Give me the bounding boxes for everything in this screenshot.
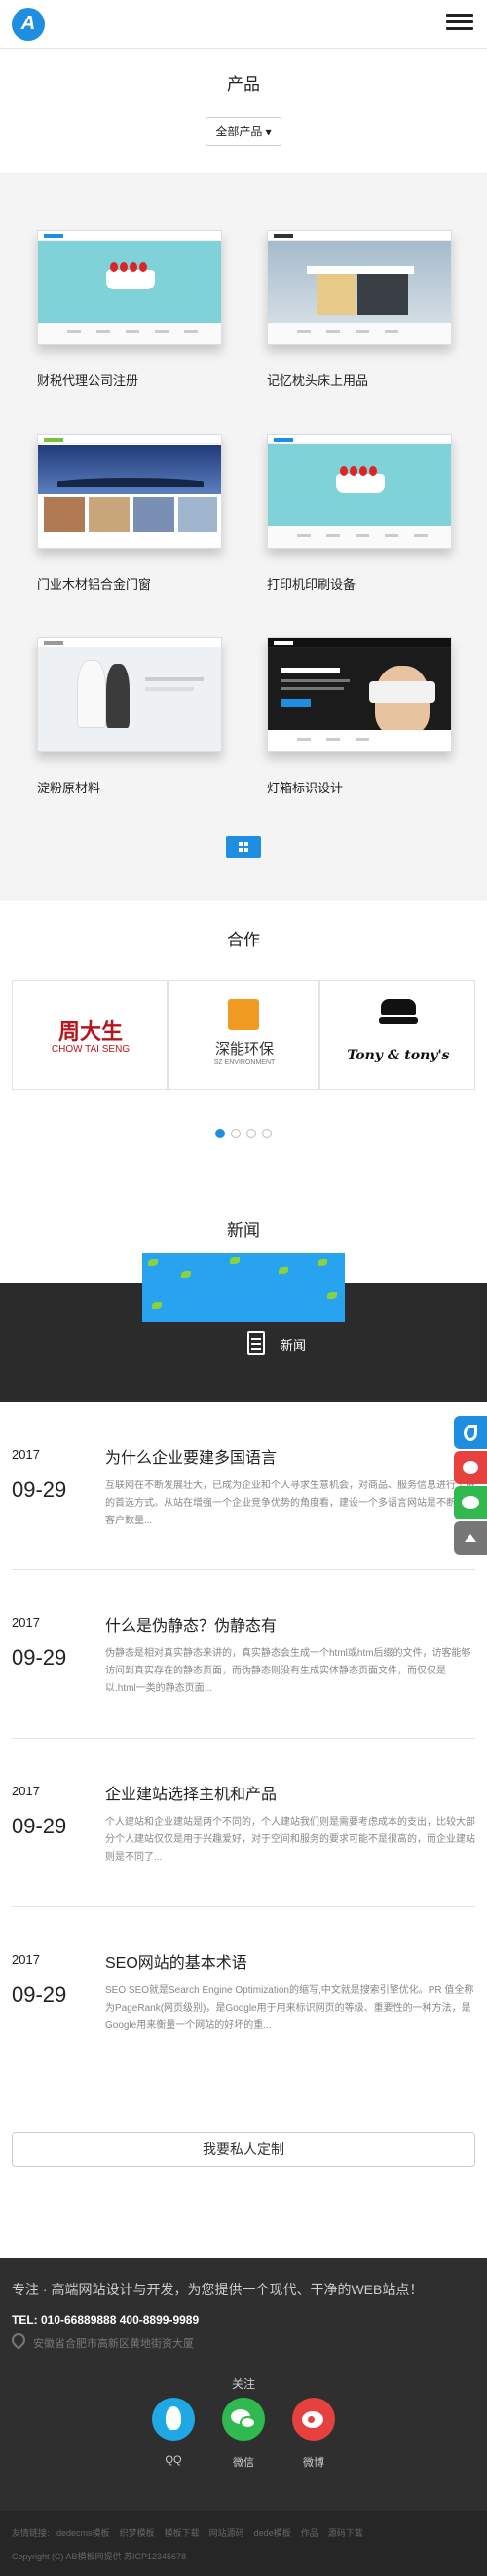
carousel-dot[interactable] (231, 1129, 241, 1138)
friend-link[interactable]: 网站源码 (209, 2528, 244, 2538)
friend-links: 友情链接: dedecms模板 织梦模板 模板下载 网站源码 dede模板 作品… (12, 2526, 363, 2539)
carousel-dot[interactable] (246, 1129, 256, 1138)
weibo-icon[interactable] (454, 1451, 487, 1484)
product-label[interactable]: 财税代理公司注册 (37, 370, 138, 389)
news-summary: 伪静态是相对真实静态来讲的，真实静态会生成一个html或htm后缀的文件，访客能… (105, 1648, 471, 1694)
product-label[interactable]: 记忆枕头床上用品 (267, 370, 368, 389)
friend-links-label: 友情链接: (12, 2528, 50, 2538)
product-thumbnail[interactable] (37, 434, 222, 549)
product-thumbnail[interactable] (267, 434, 452, 549)
back-to-top-icon[interactable] (454, 1521, 487, 1555)
news-banner-image (142, 1253, 345, 1322)
product-label[interactable]: 灯箱标识设计 (267, 778, 343, 796)
carousel-dots (0, 1126, 487, 1143)
document-icon (247, 1331, 265, 1355)
product-thumbnail[interactable] (37, 637, 222, 752)
qq-icon[interactable] (152, 2398, 195, 2441)
footer-links-bar: 友情链接: dedecms模板 织梦模板 模板下载 网站源码 dede模板 作品… (0, 2511, 487, 2576)
partner-logo-shenneng[interactable]: 深能环保 SZ ENVIRONMENT (168, 980, 319, 1090)
carousel-dot[interactable] (262, 1129, 272, 1138)
friend-link[interactable]: dedecms模板 (56, 2528, 110, 2538)
carousel-dot[interactable] (215, 1129, 225, 1138)
site-logo[interactable]: A (12, 8, 45, 41)
news-date: 09-29 (12, 1478, 67, 1502)
news-year: 2017 (12, 1615, 40, 1630)
footer-address: 安徽省合肥市高新区黄地街资大厦 (33, 2338, 194, 2350)
weibo-label[interactable]: 微博 (284, 2454, 343, 2470)
product-filter-button[interactable]: 全部产品 ▾ (206, 117, 281, 146)
news-item[interactable]: 2017 09-29 SEO网站的基本术语 SEO SEO就是Search En… (0, 1906, 487, 2074)
top-header: A (0, 0, 487, 49)
partner-en: CHOW TAI SENG (51, 1044, 131, 1055)
partner-en: SZ ENVIRONMENT (213, 1059, 276, 1066)
news-date: 09-29 (12, 1645, 67, 1670)
partner-cn: 周大生 (57, 1019, 123, 1045)
news-title-link[interactable]: 什么是伪静态？伪静态有 (105, 1612, 277, 1635)
follow-label: 关注 (231, 2377, 255, 2391)
news-title-link[interactable]: 企业建站选择主机和产品 (105, 1781, 277, 1804)
friend-link[interactable]: 作品 (301, 2528, 318, 2538)
qq-label[interactable]: QQ (144, 2454, 203, 2466)
logo-letter: A (20, 13, 36, 34)
news-date: 09-29 (12, 1982, 67, 2007)
news-banner-label: 新闻 (281, 1338, 307, 1353)
news-item[interactable]: 2017 09-29 企业建站选择主机和产品 个人建站和企业建站是两个不同的，个… (0, 1738, 487, 1905)
news-summary: 个人建站和企业建站是两个不同的，个人建站我们则是需要考虑成本的支出，比较大部分个… (105, 1817, 475, 1863)
news-title: 新闻 (227, 1221, 260, 1240)
hamburger-icon[interactable] (446, 14, 473, 35)
partner-logo-chowtaiseng[interactable]: 周大生 CHOW TAI SENG (12, 980, 168, 1090)
news-date: 09-29 (12, 1814, 67, 1838)
custom-service-button[interactable]: 我要私人定制 (12, 2132, 475, 2167)
partners-title: 合作 (227, 931, 260, 949)
news-year: 2017 (12, 1952, 40, 1967)
product-thumbnail[interactable] (267, 637, 452, 752)
friend-link[interactable]: 织梦模板 (120, 2528, 155, 2538)
news-title-link[interactable]: 为什么企业要建多国语言 (105, 1444, 277, 1468)
partner-logo-tonytony[interactable]: Tony & tony's (319, 980, 475, 1090)
friend-link[interactable]: dede模板 (254, 2528, 291, 2538)
wechat-icon[interactable] (454, 1486, 487, 1519)
news-summary: SEO SEO就是Search Engine Optimization的缩写,中… (105, 1985, 474, 2031)
friend-link[interactable]: 源码下载 (328, 2528, 363, 2538)
news-year: 2017 (12, 1447, 40, 1462)
news-year: 2017 (12, 1784, 40, 1798)
products-grid: 财税代理公司注册 记忆枕头床上用品 门业木材铝合金门窗 打印机印刷设备 淀粉原材… (0, 173, 487, 901)
product-label[interactable]: 门业木材铝合金门窗 (37, 574, 151, 593)
partner-cn: 深能环保 (214, 1041, 274, 1057)
news-summary: 互联网在不断发展壮大，已成为企业和个人寻求生意机会，对商品、服务信息进行了解的首… (105, 1480, 475, 1526)
weibo-icon[interactable] (292, 2398, 335, 2441)
product-label[interactable]: 打印机印刷设备 (267, 574, 356, 593)
friend-link[interactable]: 模板下载 (165, 2528, 200, 2538)
wechat-label[interactable]: 微信 (214, 2454, 273, 2470)
news-item[interactable]: 2017 09-29 什么是伪静态？伪静态有 伪静态是相对真实静态来讲的，真实静… (0, 1569, 487, 1737)
products-header: 产品 全部产品 ▾ (0, 49, 487, 173)
product-label[interactable]: 淀粉原材料 (37, 778, 100, 796)
tony-face-icon (381, 999, 416, 1015)
more-products-button[interactable] (226, 836, 261, 858)
floating-toolbar (454, 1416, 487, 1557)
product-thumbnail[interactable] (267, 230, 452, 345)
partner-en: Tony & tony's (347, 1048, 450, 1063)
footer-slogan: 专注 · 高端网站设计与开发，为您提供一个现代、干净的WEB站点！ (12, 2282, 424, 2297)
news-item[interactable]: 2017 09-29 为什么企业要建多国语言 互联网在不断发展壮大，已成为企业和… (0, 1402, 487, 1569)
shenneng-icon (228, 999, 259, 1030)
product-thumbnail[interactable] (37, 230, 222, 345)
footer-tel: TEL: 010-66889888 400-8899-9989 (12, 2313, 200, 2326)
phone-icon[interactable] (454, 1416, 487, 1449)
copyright: Copyright (C) AB模板网提供 苏ICP12345678 (12, 2552, 187, 2561)
wechat-icon[interactable] (222, 2398, 265, 2441)
news-title-link[interactable]: SEO网站的基本术语 (105, 1949, 247, 1973)
products-title: 产品 (227, 75, 260, 94)
